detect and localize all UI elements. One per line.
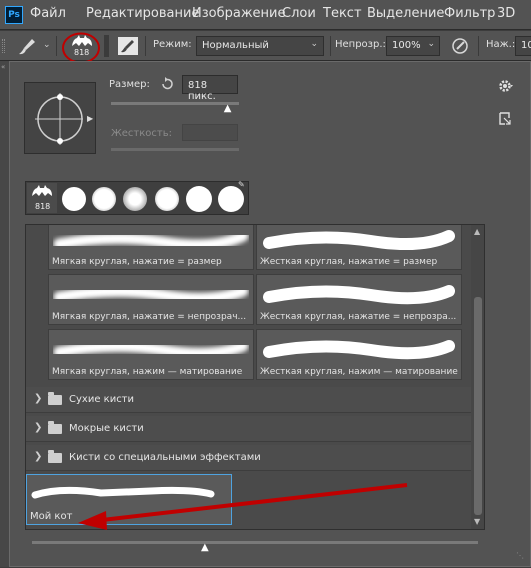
- hardness-input[interactable]: [182, 124, 238, 141]
- brush-tile-custom-cat[interactable]: Мой кот: [26, 474, 232, 525]
- scrollbar-thumb[interactable]: [474, 297, 482, 515]
- brush-group-label: Кисти со специальными эффектами: [69, 452, 261, 463]
- brush-settings-icon: [121, 40, 134, 53]
- hard-stroke-preview: [263, 285, 455, 305]
- custom-stroke-preview: [31, 486, 215, 499]
- brush-tool-icon[interactable]: [16, 37, 38, 57]
- brush-tile-hard-opacity[interactable]: Жесткая круглая, нажатие = непрозра...: [256, 274, 462, 325]
- pressure-pen-icon: [452, 38, 468, 54]
- chevron-right-icon: ❯: [34, 422, 43, 433]
- recent-brush-soft-1[interactable]: [92, 187, 116, 211]
- brush-tile-label: Жесткая круглая, нажатие = непрозра...: [260, 312, 457, 322]
- opacity-label: Непрозр.:: [335, 39, 386, 50]
- brush-tile-soft-opacity[interactable]: Мягкая круглая, нажатие = непрозрач...: [48, 274, 254, 325]
- brush-tile-hard-size[interactable]: Жесткая круглая, нажатие = размер: [256, 225, 462, 270]
- preset-picker-arrow[interactable]: [104, 35, 109, 57]
- brush-group-wet[interactable]: ❯ Мокрые кисти: [26, 416, 471, 442]
- pressure-label: Наж.:: [486, 39, 516, 50]
- scroll-down-icon[interactable]: ▼: [474, 517, 480, 526]
- hardness-slider-track[interactable]: [111, 148, 239, 151]
- recent-brush-hard-3[interactable]: [218, 186, 244, 212]
- brush-tile-soft-matte[interactable]: Мягкая круглая, нажим — матирование: [48, 329, 254, 380]
- cat-brush-thumbnail-icon: [32, 185, 52, 196]
- recent-brush-soft-2[interactable]: [123, 187, 147, 211]
- chevron-down-icon: ⌄: [427, 39, 435, 49]
- brush-group-dry[interactable]: ❯ Сухие кисти: [26, 387, 471, 413]
- collapsed-panel-strip: «: [0, 61, 9, 567]
- pressure-input[interactable]: 100: [515, 36, 531, 56]
- mode-value: Нормальный: [202, 40, 269, 51]
- hardness-label: Жесткость:: [111, 128, 172, 139]
- mode-dropdown[interactable]: Нормальный ⌄: [196, 36, 324, 56]
- folder-icon: [48, 392, 62, 405]
- recent-brush-soft-3[interactable]: [155, 187, 179, 211]
- recent-brush-cat[interactable]: 818: [27, 183, 57, 213]
- menu-filter[interactable]: Фильтр: [444, 6, 495, 21]
- photoshop-logo: Ps: [5, 6, 23, 24]
- brush-tile-label: Мягкая круглая, нажатие = размер: [52, 257, 222, 267]
- chevron-down-icon: ⌄: [310, 39, 318, 49]
- soft-stroke-preview: [53, 340, 249, 359]
- brush-tile-label: Мягкая круглая, нажим — матирование: [52, 367, 243, 377]
- brush-tile-label: Мягкая круглая, нажатие = непрозрач...: [52, 312, 247, 322]
- folder-icon: [48, 421, 62, 434]
- gear-icon[interactable]: [498, 78, 514, 94]
- menu-type[interactable]: Текст: [323, 6, 362, 21]
- brush-group-label: Мокрые кисти: [69, 423, 144, 434]
- brush-settings-toggle[interactable]: [118, 37, 138, 55]
- brush-tile-hard-matte[interactable]: Жесткая круглая, нажим — матирование: [256, 329, 462, 380]
- chevron-right-icon: ❯: [34, 393, 43, 404]
- soft-stroke-preview: [53, 230, 249, 251]
- reset-size-icon[interactable]: [160, 77, 174, 91]
- hard-stroke-preview: [263, 340, 455, 360]
- opacity-input[interactable]: 100% ⌄: [386, 36, 440, 56]
- options-bar: ⌄ 818 Режим: Нормальный ⌄ Непрозр.: 100%…: [0, 31, 531, 64]
- grip-handle[interactable]: [2, 39, 5, 53]
- angle-arrow-icon[interactable]: ▶: [87, 114, 93, 123]
- brush-tile-soft-size[interactable]: Мягкая круглая, нажатие = размер: [48, 225, 254, 270]
- recent-brush-badge: 818: [35, 202, 51, 211]
- brush-group-special[interactable]: ❯ Кисти со специальными эффектами: [26, 445, 471, 471]
- pencil-small-icon: ✎: [238, 180, 245, 189]
- custom-brush-label: Мой кот: [30, 511, 73, 522]
- soft-stroke-preview: [53, 285, 249, 304]
- preview-size-slider-thumb[interactable]: ▲: [201, 542, 209, 553]
- expand-arrows-icon[interactable]: «: [1, 63, 5, 71]
- size-slider-thumb[interactable]: ▲: [224, 103, 232, 114]
- resize-grip-icon[interactable]: ⋱: [516, 551, 524, 560]
- tool-preset-chevron-icon[interactable]: ⌄: [43, 40, 51, 50]
- scroll-up-icon[interactable]: ▲: [474, 227, 480, 236]
- menu-3d[interactable]: 3D: [497, 6, 515, 21]
- menu-layers[interactable]: Слои: [282, 6, 316, 21]
- brush-preset-panel: ▶ Размер: 818 пикс. ▲ Жесткость: 818 ✎ М…: [9, 61, 531, 567]
- size-label: Размер:: [109, 79, 150, 90]
- brush-tile-label: Жесткая круглая, нажатие = размер: [260, 257, 438, 267]
- pressure-value: 100: [521, 40, 531, 51]
- size-value: 818 пикс.: [188, 80, 216, 102]
- menu-edit[interactable]: Редактирование: [86, 6, 199, 21]
- pressure-opacity-toggle[interactable]: [450, 37, 470, 55]
- chevron-right-icon: ❯: [34, 451, 43, 462]
- size-input[interactable]: 818 пикс.: [182, 75, 238, 102]
- folder-icon: [48, 450, 62, 463]
- recent-brush-hard-2[interactable]: [186, 186, 212, 212]
- brush-list: Мягкая круглая, нажатие = размер Жесткая…: [25, 224, 485, 530]
- size-slider-track[interactable]: [111, 102, 239, 105]
- brush-angle-preview[interactable]: [24, 82, 96, 154]
- preview-size-slider-track[interactable]: [32, 541, 478, 544]
- recent-brushes-strip: 818 ✎: [25, 180, 249, 215]
- menu-image[interactable]: Изображение: [192, 6, 285, 21]
- menu-select[interactable]: Выделение: [367, 6, 444, 21]
- opacity-value: 100%: [392, 40, 421, 51]
- brush-group-label: Сухие кисти: [69, 394, 135, 405]
- mode-label: Режим:: [153, 39, 192, 50]
- brush-tile-label: Жесткая круглая, нажим — матирование: [260, 367, 458, 377]
- recent-brush-hard[interactable]: [62, 187, 86, 211]
- brush-list-scrollbar[interactable]: ▲ ▼: [471, 225, 484, 529]
- hard-stroke-preview: [263, 230, 455, 250]
- new-preset-icon[interactable]: [498, 112, 512, 126]
- menu-bar: Ps Файл Редактирование Изображение Слои …: [0, 0, 531, 30]
- menu-file[interactable]: Файл: [30, 6, 66, 21]
